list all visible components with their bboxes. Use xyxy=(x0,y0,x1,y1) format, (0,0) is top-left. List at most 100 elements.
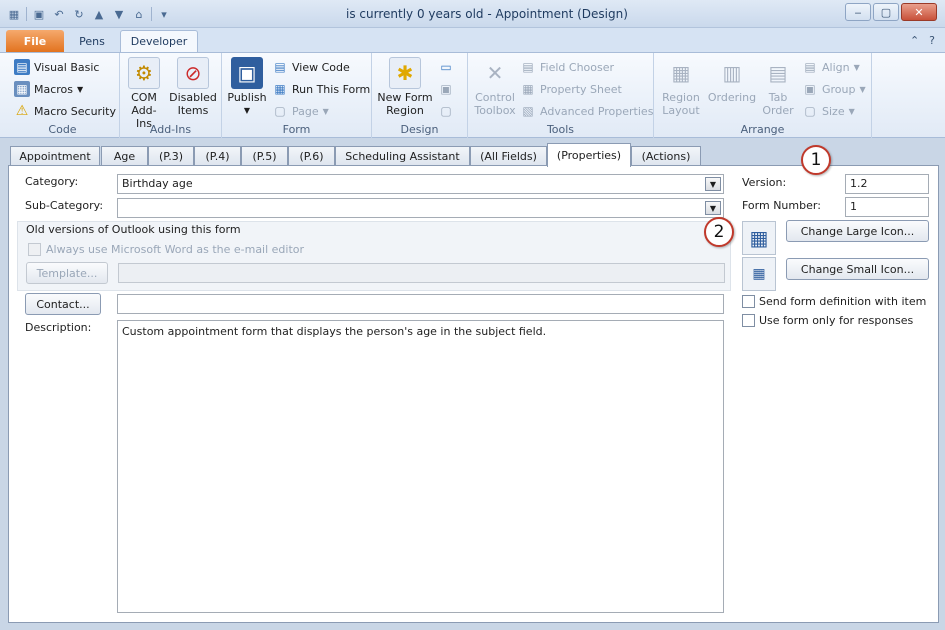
com-addins-button[interactable]: ⚙ COM Add-Ins xyxy=(124,57,164,130)
properties-panel: Category: Birthday age ▼ Sub-Category: ▼… xyxy=(8,165,939,623)
tab-order-button[interactable]: ▤ Tab Order xyxy=(760,57,796,118)
tab-appointment[interactable]: Appointment xyxy=(10,146,100,166)
com-addins-label-1: COM xyxy=(131,91,157,104)
chevron-down-icon[interactable]: ▼ xyxy=(705,177,721,191)
customize-qat-icon[interactable]: ▾ xyxy=(156,6,172,22)
calendar-app-icon[interactable]: ▦ xyxy=(6,6,22,22)
minimize-button[interactable]: ‒ xyxy=(845,3,871,21)
version-field[interactable]: 1.2 xyxy=(845,174,929,194)
group-label-form: Form xyxy=(282,123,311,136)
open-form-region-button[interactable]: ▭ xyxy=(438,57,454,77)
close-form-region-button[interactable]: ▢ xyxy=(438,101,454,121)
align-button[interactable]: ▤ Align ▼ xyxy=(802,57,860,77)
save-form-region-button[interactable]: ▣ xyxy=(438,79,454,99)
change-large-icon-button[interactable]: Change Large Icon... xyxy=(786,220,929,242)
tab-order-label-2: Order xyxy=(762,104,794,117)
view-code-button[interactable]: ▤ View Code xyxy=(272,57,349,77)
page-button[interactable]: ▢ Page ▼ xyxy=(272,101,328,121)
chevron-down-icon[interactable]: ▼ xyxy=(705,201,721,215)
change-small-icon-button[interactable]: Change Small Icon... xyxy=(786,258,929,280)
always-use-word-checkbox[interactable] xyxy=(28,243,41,256)
category-dropdown[interactable]: Birthday age ▼ xyxy=(117,174,724,194)
macros-icon: ▦ xyxy=(14,81,30,97)
group-addins: ⚙ COM Add-Ins ⊘ Disabled Items Add-Ins xyxy=(120,53,222,138)
up-arrow-icon[interactable]: ▲ xyxy=(91,6,107,22)
property-sheet-label: Property Sheet xyxy=(540,82,622,96)
tab-p3[interactable]: (P.3) xyxy=(148,146,194,166)
redo-icon[interactable]: ↻ xyxy=(71,6,87,22)
save-icon[interactable]: ▣ xyxy=(31,6,47,22)
visual-basic-label: Visual Basic xyxy=(34,60,100,74)
down-arrow-icon[interactable]: ▼ xyxy=(111,6,127,22)
group-label-design: Design xyxy=(400,123,439,136)
contact-button[interactable]: Contact... xyxy=(25,293,101,315)
dropdown-arrow-icon: ▼ xyxy=(853,62,860,72)
publish-label: Publish xyxy=(227,91,267,104)
callout-1: 1 xyxy=(801,145,831,175)
macros-button[interactable]: ▦ Macros ▼ xyxy=(14,79,83,99)
publish-icon[interactable]: ⌂ xyxy=(131,6,147,22)
undo-icon[interactable]: ↶ xyxy=(51,6,67,22)
close-button[interactable]: ✕ xyxy=(901,3,937,21)
visual-basic-button[interactable]: ▤ Visual Basic xyxy=(14,57,99,77)
field-chooser-button[interactable]: ▤ Field Chooser xyxy=(520,57,614,77)
folder-open-icon: ▭ xyxy=(440,60,452,74)
ordering-button[interactable]: ▥ Ordering xyxy=(706,57,758,105)
always-use-word-label: Always use Microsoft Word as the e-mail … xyxy=(46,243,305,256)
advanced-properties-icon: ▧ xyxy=(522,104,534,118)
new-form-region-button[interactable]: ✱ New Form Region xyxy=(376,57,434,117)
help-icon[interactable]: ? xyxy=(929,34,935,47)
new-form-region-label-2: Region xyxy=(386,104,424,117)
save-icon: ▣ xyxy=(440,82,452,96)
minimize-ribbon-icon[interactable]: ⌃ xyxy=(910,34,919,47)
tab-p5[interactable]: (P.5) xyxy=(241,146,288,166)
close-region-icon: ▢ xyxy=(440,104,452,118)
form-number-field[interactable]: 1 xyxy=(845,197,929,217)
send-form-definition-checkbox[interactable] xyxy=(742,295,755,308)
disabled-items-button[interactable]: ⊘ Disabled Items xyxy=(168,57,218,117)
macros-label: Macros xyxy=(34,82,74,96)
macro-security-button[interactable]: ⚠ Macro Security xyxy=(14,101,116,121)
property-sheet-button[interactable]: ▦ Property Sheet xyxy=(520,79,622,99)
ribbon: ▤ Visual Basic ▦ Macros ▼ ⚠ Macro Securi… xyxy=(0,52,945,138)
tab-developer[interactable]: Developer xyxy=(120,30,198,52)
size-button[interactable]: ▢ Size ▼ xyxy=(802,101,854,121)
large-icon-preview: ▦ xyxy=(742,221,776,255)
group-label-arrange: Arrange xyxy=(740,123,785,136)
run-this-form-button[interactable]: ▦ Run This Form xyxy=(272,79,370,99)
send-form-definition-label: Send form definition with item xyxy=(759,295,927,308)
tab-age[interactable]: Age xyxy=(101,146,148,166)
use-only-for-responses-checkbox[interactable] xyxy=(742,314,755,327)
control-toolbox-button[interactable]: ✕ Control Toolbox xyxy=(472,57,518,118)
maximize-button[interactable]: ▢ xyxy=(873,3,899,21)
tab-scheduling-assistant[interactable]: Scheduling Assistant xyxy=(335,146,470,166)
group-tools: ✕ Control Toolbox ▤ Field Chooser ▦ Prop… xyxy=(468,53,654,138)
tab-actions[interactable]: (Actions) xyxy=(631,146,701,166)
publish-button[interactable]: ▣ Publish ▼ xyxy=(226,57,268,117)
new-form-region-icon: ✱ xyxy=(389,57,421,89)
group-icon: ▣ xyxy=(804,82,816,96)
advanced-properties-button[interactable]: ▧ Advanced Properties xyxy=(520,101,653,121)
dropdown-arrow-icon: ▼ xyxy=(77,84,84,94)
tab-all-fields[interactable]: (All Fields) xyxy=(470,146,547,166)
gear-document-icon: ⚙ xyxy=(128,57,160,89)
template-button[interactable]: Template... xyxy=(26,262,108,284)
region-layout-button[interactable]: ▦ Region Layout xyxy=(656,57,706,118)
version-label: Version: xyxy=(742,176,787,189)
use-only-for-responses-label: Use form only for responses xyxy=(759,314,914,327)
contact-field[interactable] xyxy=(117,294,724,314)
group-button[interactable]: ▣ Group ▼ xyxy=(802,79,865,99)
tab-p6[interactable]: (P.6) xyxy=(288,146,335,166)
tab-properties[interactable]: (Properties) xyxy=(547,143,631,167)
quick-access-toolbar: ▦ ▣ ↶ ↻ ▲ ▼ ⌂ ▾ xyxy=(6,5,172,23)
tab-pens[interactable]: Pens xyxy=(68,30,116,52)
tab-file[interactable]: File xyxy=(6,30,64,52)
description-textarea[interactable]: Custom appointment form that displays th… xyxy=(117,320,724,613)
window-title: is currently 0 years old - Appointment (… xyxy=(346,7,628,21)
category-value: Birthday age xyxy=(122,177,193,190)
control-toolbox-label-2: Toolbox xyxy=(474,104,516,117)
property-sheet-icon: ▦ xyxy=(522,82,534,96)
callout-2: 2 xyxy=(704,217,734,247)
subcategory-dropdown[interactable]: ▼ xyxy=(117,198,724,218)
tab-p4[interactable]: (P.4) xyxy=(194,146,241,166)
